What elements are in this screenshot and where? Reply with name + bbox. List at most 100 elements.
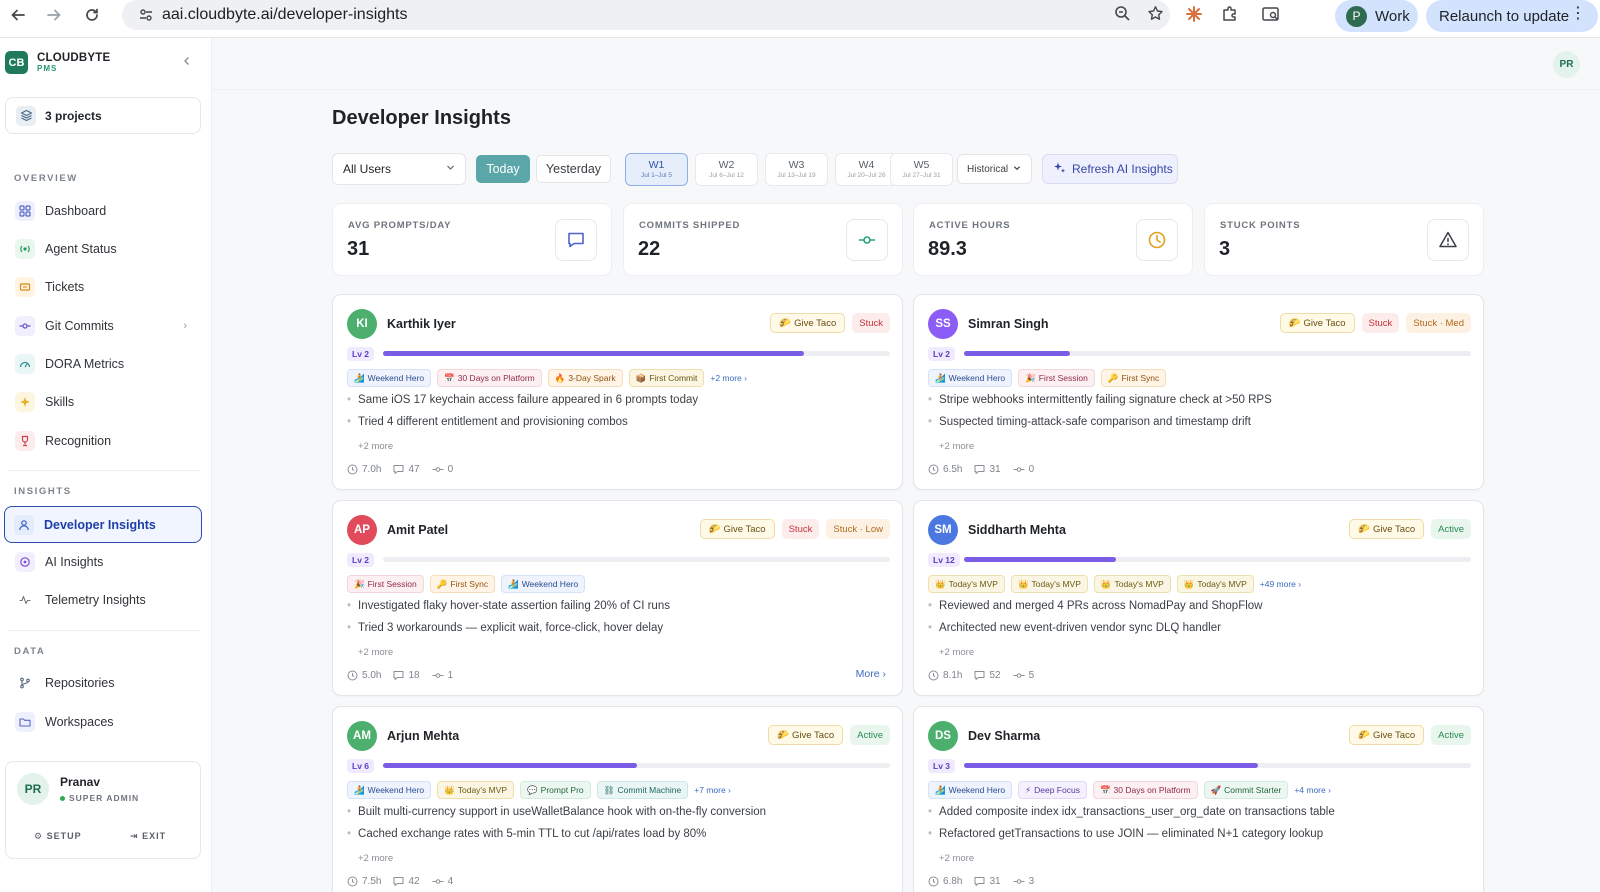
more-bullets-link[interactable]: +2 more <box>939 647 974 658</box>
sidebar-item-recognition[interactable]: Recognition <box>6 424 201 458</box>
online-dot <box>60 796 65 802</box>
sidebar-item-agent-status[interactable]: Agent Status <box>6 232 201 266</box>
developer-card[interactable]: KI Karthik Iyer 🌮 Give Taco Stuck Lv 2 🏄 Weeken… <box>332 294 903 490</box>
achievement-badge: 🏄 Weekend Hero <box>347 369 432 387</box>
more-bullets-link[interactable]: +2 more <box>358 441 393 452</box>
week-tab-w5[interactable]: W5 Jul 27–Jul 31 <box>890 153 953 186</box>
developer-card[interactable]: DS Dev Sharma 🌮 Give Taco Active Lv 3 🏄 Weekend… <box>913 706 1484 892</box>
developer-card[interactable]: AP Amit Patel 🌮 Give Taco Stuck Stuck · Low Lv… <box>332 500 903 696</box>
more-achievements-link[interactable]: +2 more › <box>710 373 747 383</box>
avatar[interactable]: PR <box>17 773 49 805</box>
site-settings-icon[interactable] <box>132 7 160 23</box>
sidebar-item-label: Skills <box>45 395 75 409</box>
give-taco-button[interactable]: 🌮 Give Taco <box>768 725 844 745</box>
relaunch-button[interactable]: Relaunch to update ⋮ <box>1426 0 1598 32</box>
sidebar-item-workspaces[interactable]: Workspaces <box>6 705 201 739</box>
sidebar-item-tickets[interactable]: Tickets <box>6 270 201 304</box>
brand-name: CLOUDBYTE <box>37 51 111 64</box>
sidebar-item-label: Telemetry Insights <box>45 593 146 607</box>
setup-label: SETUP <box>46 831 82 841</box>
projects-selector[interactable]: 3 projects <box>5 97 201 134</box>
yesterday-button[interactable]: Yesterday <box>536 155 611 183</box>
sidebar-item-developer-insights[interactable]: Developer Insights <box>4 506 202 543</box>
achievement-badge: 🏄 Weekend Hero <box>501 575 586 593</box>
give-taco-button[interactable]: 🌮 Give Taco <box>699 519 775 539</box>
sidebar-item-telemetry-insights[interactable]: Telemetry Insights <box>6 583 201 617</box>
chevron-right-icon: › <box>882 668 887 680</box>
sparkle-icon <box>15 392 35 412</box>
sidebar-item-dashboard[interactable]: Dashboard <box>6 194 201 228</box>
week-tab-w4[interactable]: W4 Jul 20–Jul 26 <box>835 153 898 186</box>
stat-value: 22 <box>638 238 661 260</box>
url-text[interactable]: aai.cloudbyte.ai/developer-insights <box>162 6 407 24</box>
xp-progress-bar <box>964 557 1471 562</box>
section-overview: OVERVIEW <box>14 173 78 184</box>
give-taco-button[interactable]: 🌮 Give Taco <box>770 313 846 333</box>
header-avatar[interactable]: PR <box>1553 51 1580 78</box>
ai-extension-icon[interactable] <box>1185 5 1203 26</box>
brand[interactable]: CB CLOUDBYTE PMS <box>5 51 110 74</box>
more-bullets-link[interactable]: +2 more <box>939 853 974 864</box>
chevron-right-icon[interactable]: › <box>183 320 187 332</box>
clock-icon <box>347 876 358 887</box>
more-bullets-link[interactable]: +2 more <box>358 647 393 658</box>
card-footer: 7.0h 47 0 <box>347 463 453 476</box>
more-vert-icon[interactable]: ⋮ <box>1570 6 1586 22</box>
forward-icon[interactable] <box>39 0 69 30</box>
back-icon[interactable] <box>3 0 33 30</box>
setup-button[interactable]: ⚙ SETUP <box>34 831 82 842</box>
historical-select[interactable]: Historical <box>957 154 1032 184</box>
folder-icon <box>15 712 35 732</box>
achievement-label: Today's MVP <box>1114 579 1164 589</box>
give-taco-button[interactable]: 🌮 Give Taco <box>1349 519 1425 539</box>
developer-name[interactable]: Karthik Iyer <box>387 317 456 331</box>
achievement-emoji-icon: 🎉 <box>354 578 365 589</box>
developer-name[interactable]: Simran Singh <box>968 317 1049 331</box>
give-taco-label: Give Taco <box>1373 523 1416 535</box>
developer-name[interactable]: Siddharth Mehta <box>968 523 1066 537</box>
brand-logo: CB <box>5 51 28 74</box>
commit-icon <box>432 879 444 884</box>
user-card: PR Pranav SUPER ADMIN ⚙ SETUP ⇥ EXIT <box>5 761 201 859</box>
exit-button[interactable]: ⇥ EXIT <box>130 831 166 842</box>
browser-profile-button[interactable]: P Work <box>1335 0 1418 32</box>
developer-card[interactable]: AM Arjun Mehta 🌮 Give Taco Active Lv 6 🏄 Weeken… <box>332 706 903 892</box>
users-select[interactable]: All Users <box>332 153 466 185</box>
collapse-sidebar-icon[interactable] <box>182 54 192 69</box>
week-tab-w3[interactable]: W3 Jul 13–Jul 19 <box>765 153 828 186</box>
sidebar-item-repositories[interactable]: Repositories <box>6 666 201 700</box>
achievements-row: 🏄 Weekend Hero 🎉 First Session 🔑 First Sync <box>928 369 1167 387</box>
more-bullets-link[interactable]: +2 more <box>939 441 974 452</box>
developer-name[interactable]: Amit Patel <box>387 523 448 537</box>
more-achievements-link[interactable]: +49 more › <box>1260 579 1301 589</box>
extensions-puzzle-icon[interactable] <box>1221 5 1239 26</box>
sidebar-item-git-commits[interactable]: Git Commits › <box>6 309 201 343</box>
more-button[interactable]: More › <box>856 668 886 680</box>
week-tab-w2[interactable]: W2 Jul 6–Jul 12 <box>695 153 758 186</box>
developer-name[interactable]: Dev Sharma <box>968 729 1040 743</box>
tab-search-icon[interactable] <box>1261 5 1281 26</box>
zoom-icon[interactable] <box>1114 5 1131 25</box>
more-achievements-link[interactable]: +7 more › <box>694 785 731 795</box>
sidebar-item-skills[interactable]: Skills <box>6 385 201 419</box>
reload-icon[interactable] <box>77 0 107 30</box>
address-bar[interactable]: aai.cloudbyte.ai/developer-insights <box>122 0 1170 30</box>
today-button[interactable]: Today <box>476 155 530 183</box>
more-achievements-link[interactable]: +4 more › <box>1294 785 1331 795</box>
week-tab-w1[interactable]: W1 Jul 1–Jul 5 <box>625 153 688 186</box>
taco-icon: 🌮 <box>708 523 721 535</box>
bookmark-star-icon[interactable] <box>1147 5 1164 25</box>
user-role-label: SUPER ADMIN <box>69 793 140 803</box>
developer-card[interactable]: SS Simran Singh 🌮 Give Taco Stuck Stuck · Med… <box>913 294 1484 490</box>
sidebar-divider <box>8 630 200 631</box>
achievement-badge: 🔑 First Sync <box>1100 369 1167 387</box>
give-taco-button[interactable]: 🌮 Give Taco <box>1349 725 1425 745</box>
developer-card[interactable]: SM Siddharth Mehta 🌮 Give Taco Active Lv 12 👑 T… <box>913 500 1484 696</box>
give-taco-button[interactable]: 🌮 Give Taco <box>1279 313 1355 333</box>
sidebar-item-dora-metrics[interactable]: DORA Metrics <box>6 347 201 381</box>
sidebar-item-ai-insights[interactable]: AI Insights <box>6 545 201 579</box>
more-bullets-link[interactable]: +2 more <box>358 853 393 864</box>
week-label: W2 <box>718 159 735 171</box>
refresh-ai-insights-button[interactable]: Refresh AI Insights <box>1042 154 1178 184</box>
developer-name[interactable]: Arjun Mehta <box>387 729 459 743</box>
